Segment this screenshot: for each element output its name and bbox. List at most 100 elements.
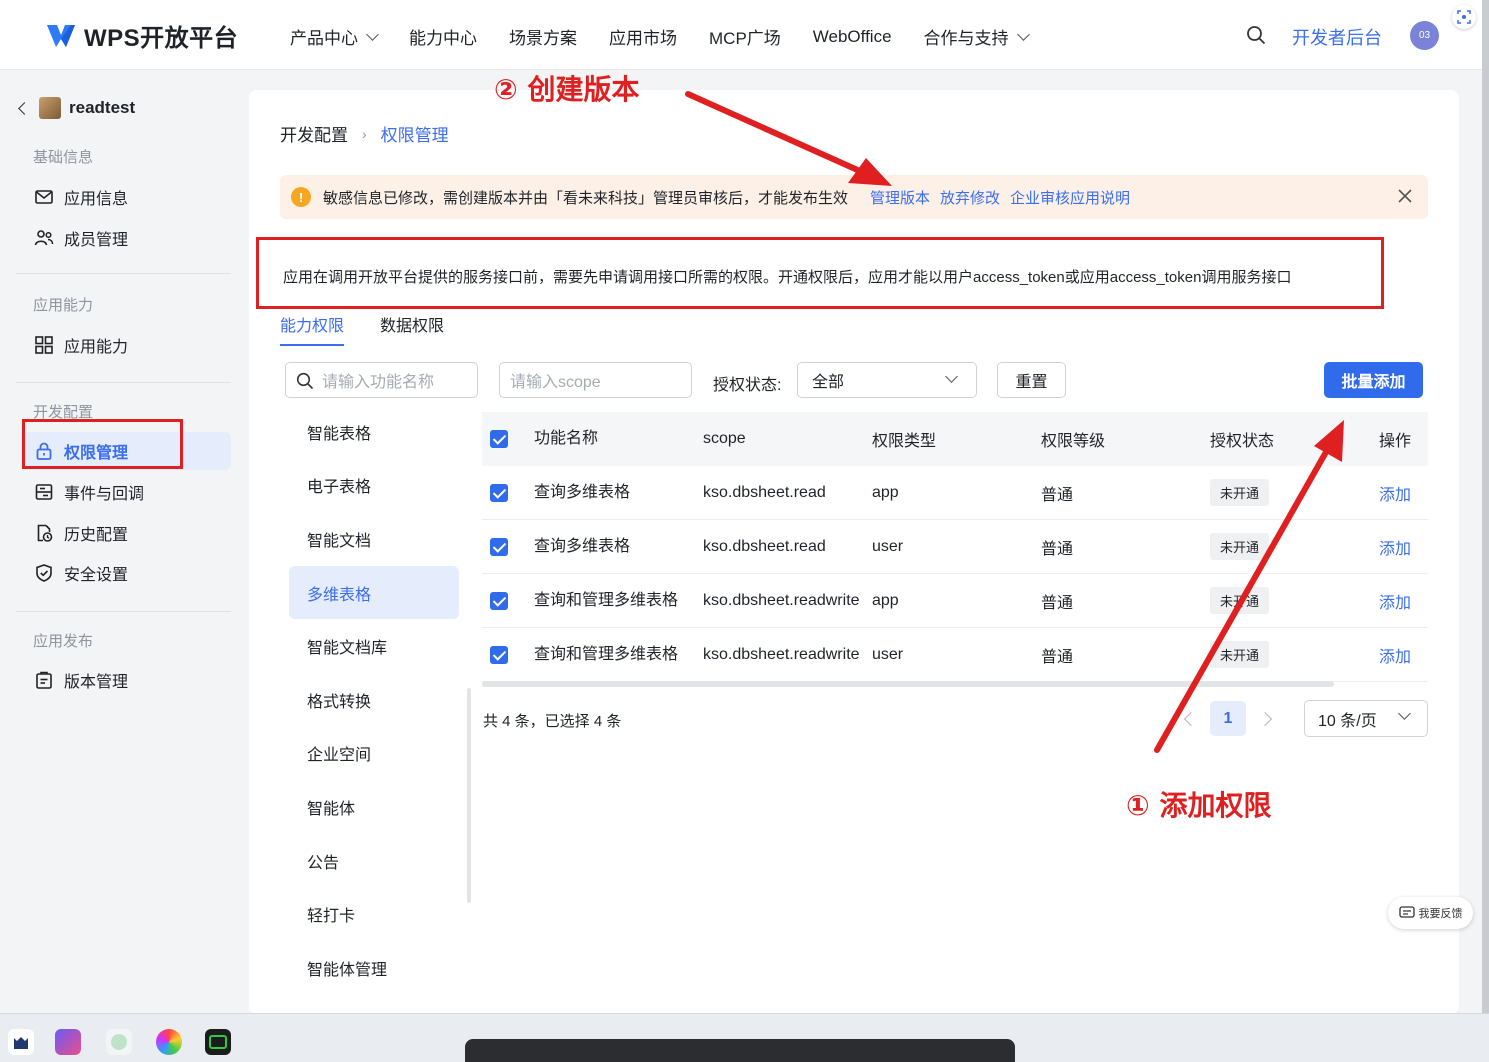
table-header: 功能名称 scope 权限类型 权限等级 授权状态 操作 xyxy=(482,412,1428,466)
top-navbar: WPS开放平台 产品中心 能力中心 场景方案 应用市场 MCP广场 WebOffice 合作… xyxy=(0,0,1482,70)
scope-cell: kso.dbsheet.readwrite xyxy=(703,645,860,663)
enterprise-review-link[interactable]: 企业审核应用说明 xyxy=(1010,187,1130,208)
category-item[interactable]: 多维表格 xyxy=(289,565,459,620)
app-header[interactable]: readtest xyxy=(18,97,135,119)
terminal-icon[interactable] xyxy=(205,1029,231,1055)
main-content: 开发配置 › 权限管理 ! 敏感信息已修改，需创建版本并由「看未来科技」管理员审… xyxy=(249,90,1459,1014)
shield-icon xyxy=(36,564,52,582)
category-item[interactable]: 公告 xyxy=(289,834,459,888)
nav-item[interactable]: 场景方案 xyxy=(509,24,577,49)
nav-item[interactable]: 应用市场 xyxy=(609,24,677,49)
permission-tabs: 能力权限 数据权限 xyxy=(280,312,444,346)
event-icon xyxy=(35,484,53,500)
nav-item-label: MCP广场 xyxy=(709,29,781,48)
sidebar-item-label: 事件与回调 xyxy=(64,486,145,503)
taskbar xyxy=(0,1013,1489,1062)
description-highlight: 应用在调用开放平台提供的服务接口前，需要先申请调用接口所需的权限。开通权限后，应… xyxy=(256,237,1384,309)
sidebar-item-label: 应用能力 xyxy=(64,339,129,356)
add-action-link[interactable]: 添加 xyxy=(1379,643,1428,667)
row-checkbox[interactable] xyxy=(490,645,508,664)
add-action-link[interactable]: 添加 xyxy=(1379,589,1428,613)
scan-icon[interactable] xyxy=(1452,5,1476,29)
cat-app-icon[interactable] xyxy=(8,1029,34,1055)
add-action-link[interactable]: 添加 xyxy=(1379,481,1428,505)
tab-data-permissions[interactable]: 数据权限 xyxy=(380,312,444,346)
developer-console-link[interactable]: 开发者后台 xyxy=(1292,24,1382,50)
scope-search[interactable]: 请输入scope xyxy=(499,362,692,398)
app-icon-2[interactable] xyxy=(55,1029,81,1055)
feedback-button[interactable]: 我要反馈 xyxy=(1388,897,1473,929)
permission-level-cell: 普通 xyxy=(1041,486,1074,504)
column-header: 权限类型 xyxy=(872,433,937,450)
scope-placeholder: 请输入scope xyxy=(510,374,601,391)
next-page-icon[interactable] xyxy=(1257,711,1273,726)
nav-item[interactable]: 合作与支持 xyxy=(924,24,1030,49)
batch-add-button[interactable]: 批量添加 xyxy=(1324,362,1423,398)
main-nav: 产品中心 能力中心 场景方案 应用市场 MCP广场 WebOffice 合作与支持 xyxy=(290,24,1030,49)
add-action-link[interactable]: 添加 xyxy=(1379,535,1428,559)
history-icon xyxy=(37,524,53,542)
row-checkbox[interactable] xyxy=(490,483,508,502)
wps-logo-icon xyxy=(47,24,75,47)
nav-item[interactable]: WebOffice xyxy=(813,24,892,49)
row-checkbox[interactable] xyxy=(490,537,508,556)
chevron-down-icon xyxy=(945,370,958,383)
notice-banner: ! 敏感信息已修改，需创建版本并由「看未来科技」管理员审核后，才能发布生效 管理… xyxy=(280,175,1428,219)
members-icon xyxy=(34,230,54,246)
nav-item[interactable]: 产品中心 xyxy=(290,24,379,49)
column-header: 功能名称 xyxy=(534,430,599,447)
wps-logo[interactable]: WPS开放平台 xyxy=(44,18,238,53)
category-item[interactable]: 电子表格 xyxy=(289,459,459,513)
back-chevron-icon[interactable] xyxy=(18,101,31,115)
category-item[interactable]: 企业空间 xyxy=(289,727,459,781)
nav-item[interactable]: MCP广场 xyxy=(709,24,781,49)
category-item[interactable]: 智能表格 xyxy=(289,405,459,459)
search-placeholder: 请输入功能名称 xyxy=(322,374,435,391)
category-item[interactable]: 智能体管理 xyxy=(289,941,459,995)
reset-button[interactable]: 重置 xyxy=(997,362,1066,398)
page-size-select[interactable]: 10 条/页 xyxy=(1304,700,1428,737)
discard-changes-link[interactable]: 放弃修改 xyxy=(940,187,1000,208)
annotation-step2: ② 创建版本 xyxy=(494,73,640,106)
category-scrollbar[interactable] xyxy=(467,688,471,903)
tab-capability-permissions[interactable]: 能力权限 xyxy=(280,312,345,346)
category-item[interactable]: 智能文档 xyxy=(289,512,459,566)
breadcrumb-parent[interactable]: 开发配置 xyxy=(280,121,348,146)
window-scrollbar[interactable] xyxy=(1482,0,1489,1013)
sidebar-item-app-info[interactable]: 应用信息 xyxy=(22,178,231,216)
pagination: 1 xyxy=(1183,701,1273,736)
page-number[interactable]: 1 xyxy=(1210,701,1246,736)
category-item[interactable]: 格式转换 xyxy=(289,673,459,727)
sidebar-item-history[interactable]: 历史配置 xyxy=(22,514,231,552)
close-icon[interactable] xyxy=(1396,187,1414,205)
row-checkbox[interactable] xyxy=(490,591,508,610)
category-item[interactable]: 智能体 xyxy=(289,780,459,834)
permission-type-cell: user xyxy=(872,537,904,555)
sidebar-item-security[interactable]: 安全设置 xyxy=(22,554,231,592)
nav-item[interactable]: 能力中心 xyxy=(409,24,477,49)
status-badge: 未开通 xyxy=(1210,479,1270,506)
column-header: scope xyxy=(703,430,746,447)
search-icon[interactable] xyxy=(1246,25,1266,45)
floating-toolbar[interactable] xyxy=(465,1039,1015,1062)
permission-menu-highlight xyxy=(22,419,183,469)
breadcrumb: 开发配置 › 权限管理 xyxy=(280,121,449,146)
sidebar-item-versions[interactable]: 版本管理 xyxy=(22,661,231,699)
chevron-down-icon xyxy=(1398,707,1411,720)
status-badge: 未开通 xyxy=(1210,641,1270,668)
select-all-checkbox[interactable] xyxy=(490,430,508,448)
sidebar-item-events[interactable]: 事件与回调 xyxy=(22,473,231,511)
sidebar-item-members[interactable]: 成员管理 xyxy=(22,219,231,257)
function-name-search[interactable]: 请输入功能名称 xyxy=(285,362,478,398)
table-scrollbar[interactable] xyxy=(482,681,1334,687)
manage-version-link[interactable]: 管理版本 xyxy=(870,187,930,208)
photos-icon[interactable] xyxy=(156,1029,182,1055)
status-select[interactable]: 全部 xyxy=(797,362,977,398)
category-item[interactable]: 轻打卡 xyxy=(289,887,459,941)
category-item[interactable]: 智能文档库 xyxy=(289,619,459,673)
sidebar-item-app-capability[interactable]: 应用能力 xyxy=(22,326,231,364)
app-icon-3[interactable] xyxy=(106,1029,132,1055)
prev-page-icon[interactable] xyxy=(1183,711,1199,726)
avatar[interactable]: 03 xyxy=(1410,21,1439,50)
sidebar-item-label: 成员管理 xyxy=(64,232,129,249)
